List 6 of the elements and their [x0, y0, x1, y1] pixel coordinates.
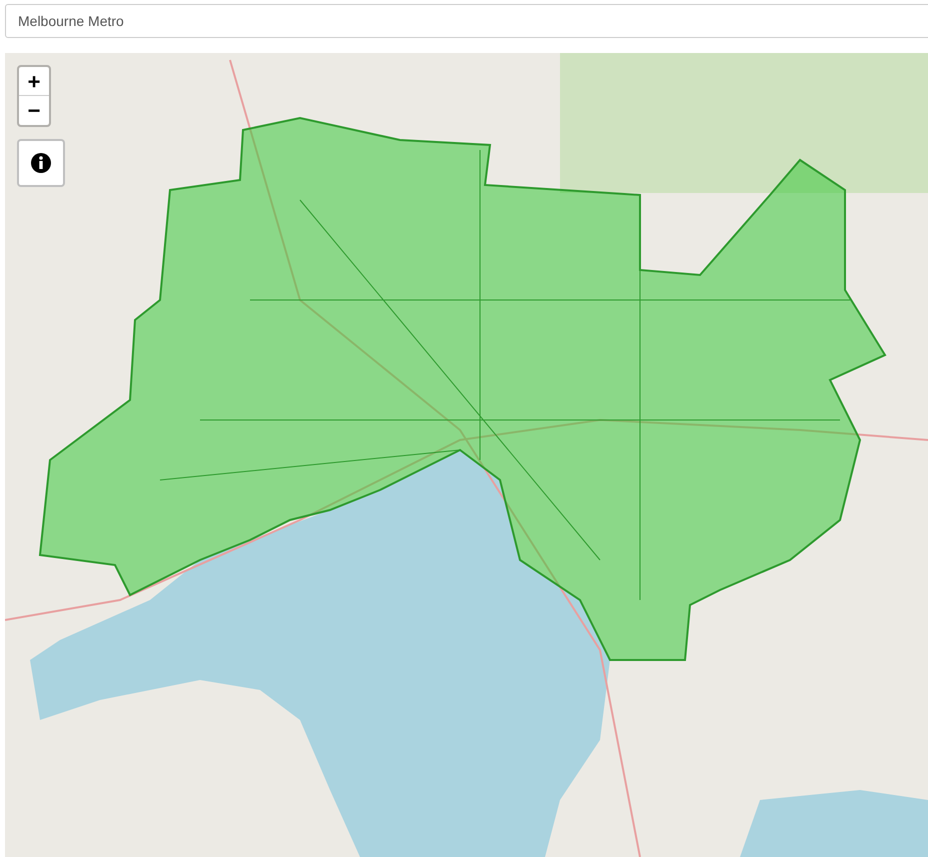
- info-button[interactable]: [17, 139, 65, 187]
- zoom-in-button[interactable]: +: [19, 67, 49, 96]
- search-field[interactable]: Melbourne Metro: [5, 4, 928, 38]
- info-icon: [31, 153, 51, 173]
- zoom-out-button[interactable]: −: [19, 96, 49, 125]
- map-area[interactable]: + −: [5, 53, 928, 857]
